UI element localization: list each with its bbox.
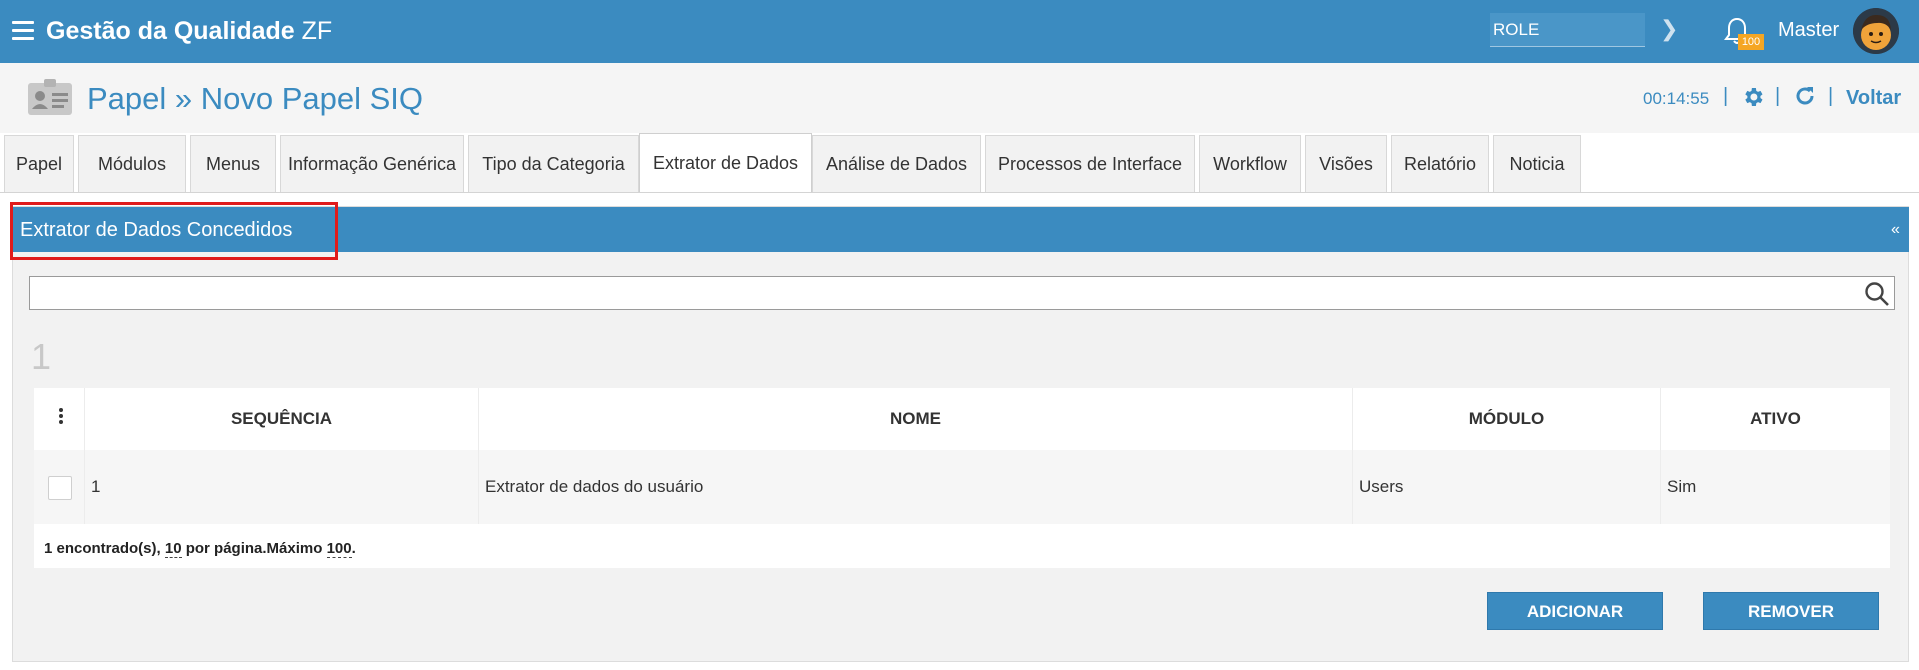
pagination-info: 1 encontrado(s), 10 por página.Máximo 10…: [44, 540, 356, 558]
session-timer: 00:14:55: [1643, 89, 1710, 108]
search-input[interactable]: [29, 276, 1895, 310]
max-selector[interactable]: 100: [326, 540, 352, 558]
app-title-suffix: ZF: [301, 17, 333, 45]
top-bar: Gestão da Qualidade ZF ❯ 100 Master: [0, 0, 1919, 63]
tab-extrator-de-dados[interactable]: Extrator de Dados: [639, 133, 812, 193]
highlight-box: [10, 202, 338, 260]
page-title: Papel » Novo Papel SIQ: [87, 81, 424, 116]
gear-icon[interactable]: [1741, 85, 1765, 109]
app-title: Gestão da Qualidade ZF: [46, 17, 333, 45]
separator: |: [1723, 85, 1729, 107]
user-name[interactable]: Master: [1778, 19, 1839, 42]
footer-end: .: [351, 540, 356, 557]
hamburger-menu-icon[interactable]: [12, 21, 34, 41]
tab-papel[interactable]: Papel: [4, 135, 74, 193]
chevron-right-icon[interactable]: ❯: [1660, 16, 1678, 42]
role-input[interactable]: [1490, 13, 1645, 47]
row-checkbox[interactable]: [48, 476, 72, 500]
cell-nome: Extrator de dados do usuário: [479, 450, 1353, 524]
separator: |: [1775, 85, 1781, 107]
tab-informacao-generica[interactable]: Informação Genérica: [280, 135, 464, 193]
column-options[interactable]: [34, 388, 85, 450]
id-card-icon: [28, 79, 72, 115]
tab-relatorio[interactable]: Relatório: [1391, 135, 1489, 193]
add-button[interactable]: ADICIONAR: [1487, 592, 1663, 630]
row-select-cell: [34, 450, 85, 524]
remove-button[interactable]: REMOVER: [1703, 592, 1879, 630]
refresh-icon[interactable]: [1793, 84, 1817, 108]
results-table: SEQUÊNCIA NOME MÓDULO ATIVO 1 Extrator d…: [34, 388, 1890, 568]
tab-tipo-da-categoria[interactable]: Tipo da Categoria: [468, 135, 639, 193]
found-count: 1 encontrado(s),: [44, 540, 161, 557]
collapse-icon[interactable]: «: [1891, 221, 1900, 239]
tab-menus[interactable]: Menus: [190, 135, 276, 193]
tab-visoes[interactable]: Visões: [1305, 135, 1387, 193]
search-icon[interactable]: [1864, 281, 1890, 307]
tab-noticia[interactable]: Noticia: [1493, 135, 1581, 193]
column-header-sequencia[interactable]: SEQUÊNCIA: [85, 388, 479, 450]
page-header: Papel » Novo Papel SIQ 00:14:55 | | | Vo…: [0, 63, 1919, 133]
notification-badge: 100: [1738, 34, 1764, 50]
per-page-text: por página.Máximo: [185, 540, 323, 557]
tabs-divider: [0, 192, 1919, 193]
cell-sequencia: 1: [85, 450, 479, 524]
tab-workflow[interactable]: Workflow: [1199, 135, 1301, 193]
cell-ativo: Sim: [1667, 477, 1697, 496]
separator: |: [1828, 85, 1834, 107]
avatar-face-icon: [1853, 8, 1899, 54]
cell-modulo: Users: [1353, 450, 1661, 524]
tab-processos-de-interface[interactable]: Processos de Interface: [985, 135, 1195, 193]
tab-modulos[interactable]: Módulos: [78, 135, 186, 193]
column-header-ativo[interactable]: ATIVO: [1661, 388, 1890, 450]
column-header-nome[interactable]: NOME: [479, 388, 1353, 450]
avatar[interactable]: [1853, 8, 1899, 54]
column-header-modulo[interactable]: MÓDULO: [1353, 388, 1661, 450]
result-count: 1: [31, 336, 52, 377]
per-page-selector[interactable]: 10: [164, 540, 182, 558]
table-row[interactable]: 1 Extrator de dados do usuário Users Sim: [34, 450, 1890, 524]
back-link[interactable]: Voltar: [1846, 87, 1901, 110]
kebab-menu-icon[interactable]: [59, 408, 63, 426]
tab-analise-de-dados[interactable]: Análise de Dados: [812, 135, 981, 193]
